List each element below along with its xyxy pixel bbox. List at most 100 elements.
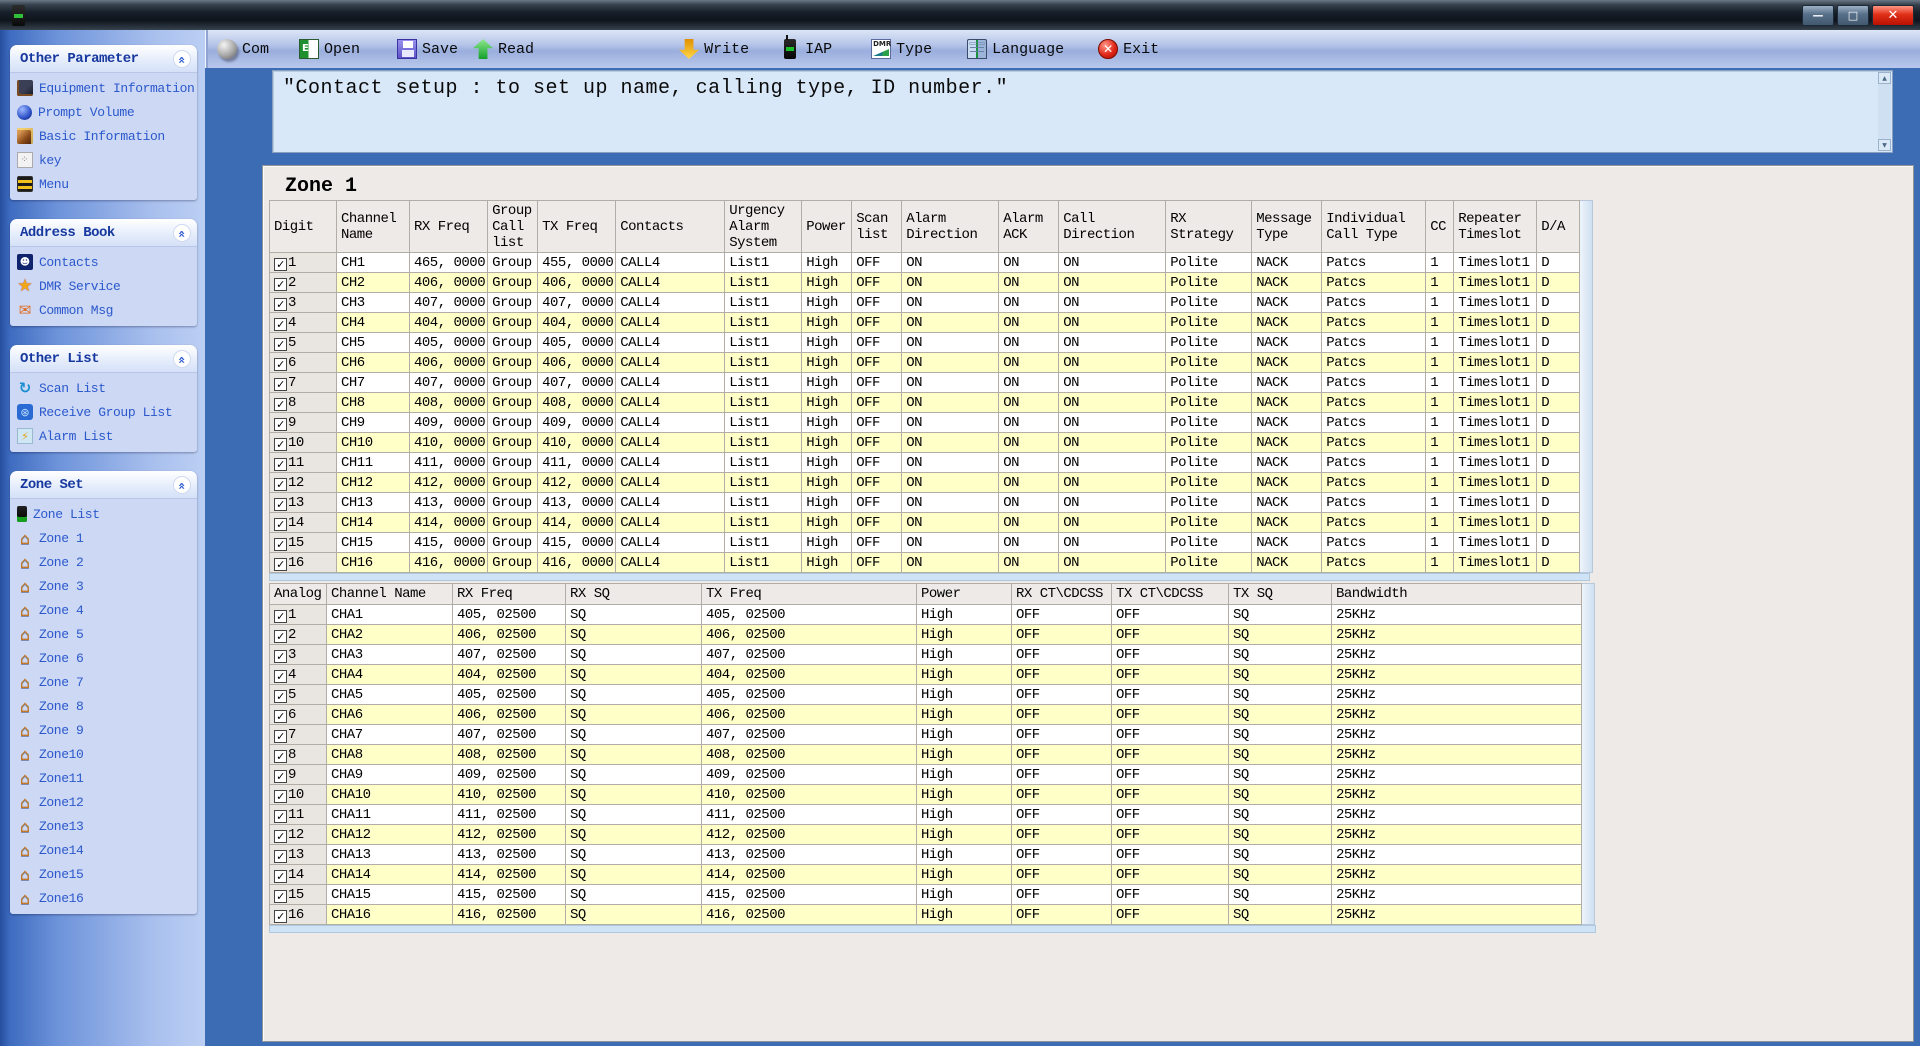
sidebar-item-receive-group-list[interactable]: ⊛Receive Group List <box>10 400 197 424</box>
cell[interactable]: Timeslot1 <box>1454 393 1537 413</box>
cell[interactable]: List1 <box>725 313 802 333</box>
section-header-zone-set[interactable]: Zone Set« <box>10 471 197 499</box>
cell[interactable]: D <box>1537 273 1580 293</box>
cell[interactable]: Group <box>488 413 538 433</box>
cell[interactable]: OFF <box>852 333 902 353</box>
analog-vertical-scrollbar[interactable] <box>1582 583 1595 925</box>
cell[interactable]: CALL4 <box>616 373 725 393</box>
cell[interactable]: SQ <box>566 705 702 725</box>
scroll-up-icon[interactable]: ▲ <box>1878 72 1891 84</box>
cell[interactable]: 409, 02500 <box>453 765 566 785</box>
sidebar-item-zone-list[interactable]: Zone List <box>10 502 197 526</box>
cell[interactable]: High <box>917 725 1012 745</box>
close-button[interactable]: ✕ <box>1872 5 1914 26</box>
cell[interactable]: 406, 02500 <box>453 705 566 725</box>
sidebar-item-zone11[interactable]: ⌂Zone11 <box>10 766 197 790</box>
cell[interactable]: ON <box>1059 373 1166 393</box>
cell[interactable]: SQ <box>1229 625 1332 645</box>
cell[interactable]: CH16 <box>337 553 410 573</box>
cell[interactable]: CHA9 <box>327 765 453 785</box>
cell[interactable]: CH14 <box>337 513 410 533</box>
row-checkbox[interactable]: ✓ <box>274 770 287 783</box>
cell[interactable]: Group <box>488 313 538 333</box>
cell[interactable]: Group <box>488 513 538 533</box>
cell[interactable]: 414, 02500 <box>453 865 566 885</box>
cell[interactable]: OFF <box>852 273 902 293</box>
cell[interactable]: CHA8 <box>327 745 453 765</box>
row-header-cell[interactable]: ✓3 <box>270 645 327 665</box>
cell[interactable]: ON <box>999 333 1059 353</box>
cell[interactable]: NACK <box>1252 353 1322 373</box>
cell[interactable]: OFF <box>1112 905 1229 925</box>
cell[interactable]: Patcs <box>1322 293 1426 313</box>
cell[interactable]: SQ <box>1229 885 1332 905</box>
cell[interactable]: 416, 0000 <box>410 553 488 573</box>
cell[interactable]: OFF <box>1012 625 1112 645</box>
cell[interactable]: SQ <box>566 725 702 745</box>
cell[interactable]: SQ <box>1229 765 1332 785</box>
sidebar-item-dmr-service[interactable]: ★DMR Service <box>10 274 197 298</box>
cell[interactable]: CHA13 <box>327 845 453 865</box>
cell[interactable]: High <box>917 705 1012 725</box>
toolbar-button-read[interactable]: Read <box>470 34 537 64</box>
cell[interactable]: ON <box>902 493 999 513</box>
row-header-cell[interactable]: ✓3 <box>270 293 337 313</box>
cell[interactable]: OFF <box>1112 685 1229 705</box>
cell[interactable]: D <box>1537 313 1580 333</box>
cell[interactable]: 414, 0000 <box>410 513 488 533</box>
cell[interactable]: 25KHz <box>1332 845 1582 865</box>
cell[interactable]: CH8 <box>337 393 410 413</box>
cell[interactable]: 410, 02500 <box>453 785 566 805</box>
cell[interactable]: ON <box>1059 393 1166 413</box>
row-checkbox[interactable]: ✓ <box>274 458 287 471</box>
cell[interactable]: CALL4 <box>616 413 725 433</box>
cell[interactable]: D <box>1537 393 1580 413</box>
cell[interactable]: List1 <box>725 473 802 493</box>
cell[interactable]: 413, 02500 <box>702 845 917 865</box>
cell[interactable]: 407, 02500 <box>702 645 917 665</box>
cell[interactable]: ON <box>999 453 1059 473</box>
row-checkbox[interactable]: ✓ <box>274 278 287 291</box>
cell[interactable]: 25KHz <box>1332 745 1582 765</box>
cell[interactable]: SQ <box>566 625 702 645</box>
cell[interactable]: 405, 02500 <box>702 685 917 705</box>
cell[interactable]: D <box>1537 253 1580 273</box>
row-header-cell[interactable]: ✓12 <box>270 473 337 493</box>
cell[interactable]: CH10 <box>337 433 410 453</box>
cell[interactable]: 409, 02500 <box>702 765 917 785</box>
cell[interactable]: 412, 02500 <box>453 825 566 845</box>
cell[interactable]: CALL4 <box>616 353 725 373</box>
cell[interactable]: OFF <box>1012 845 1112 865</box>
sidebar-item-zone-8[interactable]: ⌂Zone 8 <box>10 694 197 718</box>
sidebar-item-common-msg[interactable]: ✉Common Msg <box>10 298 197 322</box>
cell[interactable]: ON <box>902 393 999 413</box>
cell[interactable]: 405, 02500 <box>702 605 917 625</box>
cell[interactable]: High <box>917 885 1012 905</box>
cell[interactable]: Patcs <box>1322 333 1426 353</box>
cell[interactable]: CALL4 <box>616 453 725 473</box>
cell[interactable]: D <box>1537 433 1580 453</box>
cell[interactable]: D <box>1537 413 1580 433</box>
row-checkbox[interactable]: ✓ <box>274 890 287 903</box>
sidebar-item-contacts[interactable]: ☻Contacts <box>10 250 197 274</box>
cell[interactable]: Patcs <box>1322 413 1426 433</box>
cell[interactable]: NACK <box>1252 553 1322 573</box>
cell[interactable]: CHA4 <box>327 665 453 685</box>
cell[interactable]: Polite <box>1166 453 1252 473</box>
maximize-button[interactable]: □ <box>1837 5 1869 26</box>
cell[interactable]: Patcs <box>1322 353 1426 373</box>
row-checkbox[interactable]: ✓ <box>274 850 287 863</box>
row-header-cell[interactable]: ✓2 <box>270 273 337 293</box>
cell[interactable]: High <box>917 865 1012 885</box>
cell[interactable]: ON <box>1059 493 1166 513</box>
sidebar-item-zone-3[interactable]: ⌂Zone 3 <box>10 574 197 598</box>
row-header-cell[interactable]: ✓1 <box>270 253 337 273</box>
cell[interactable]: 407, 02500 <box>453 645 566 665</box>
cell[interactable]: Patcs <box>1322 553 1426 573</box>
cell[interactable]: 404, 02500 <box>702 665 917 685</box>
cell[interactable]: D <box>1537 353 1580 373</box>
cell[interactable]: CHA10 <box>327 785 453 805</box>
cell[interactable]: CH4 <box>337 313 410 333</box>
cell[interactable]: CHA12 <box>327 825 453 845</box>
cell[interactable]: SQ <box>1229 905 1332 925</box>
